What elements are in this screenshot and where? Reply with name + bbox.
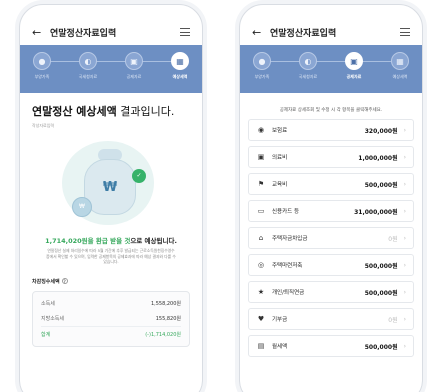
people-icon: ●: [33, 52, 51, 70]
deduction-item-medical[interactable]: ▣ 의료비 1,000,000원 ›: [248, 146, 414, 168]
house-icon: ⌂: [258, 234, 264, 242]
item-name: 월세액: [272, 344, 288, 350]
item-amount: 500,000원: [364, 262, 398, 270]
item-amount: 320,000원: [364, 127, 398, 135]
item-amount: 500,000원: [364, 343, 398, 351]
deduction-content: 공제자료 상세조회 및 수정 시 각 항목을 클릭해주세요. ◉ 보험료 320…: [240, 97, 422, 362]
deduction-item-housing-loan[interactable]: ⌂ 주택자금차입금 0원 ›: [248, 227, 414, 249]
chevron-right-icon: ›: [403, 315, 406, 323]
item-name: 보험료: [272, 128, 288, 134]
deduction-icon: ▣: [125, 52, 143, 70]
deduction-item-pension[interactable]: ★ 개인/퇴직연금 500,000원 ›: [248, 281, 414, 303]
step-estimated-tax[interactable]: ▦ 예상세액: [160, 52, 200, 80]
help-icon[interactable]: ?: [61, 277, 68, 284]
people-icon: ●: [253, 52, 271, 70]
app-bar: ← 연말정산자료입력: [240, 19, 422, 45]
step-label: 공제자료: [126, 74, 142, 79]
chevron-right-icon: ›: [403, 342, 406, 350]
step-label: 국세청자료: [78, 74, 98, 79]
item-amount: 0원: [388, 235, 398, 243]
rent-icon: ▤: [257, 342, 265, 350]
item-name: 의료비: [272, 155, 288, 161]
deduction-item-monthly-rent[interactable]: ▤ 월세액 500,000원 ›: [248, 335, 414, 357]
deduction-item-education[interactable]: ⚑ 교육비 500,000원 ›: [248, 173, 414, 195]
step-nts-data[interactable]: ◐ 국세청자료: [288, 52, 328, 80]
piggy-bank-icon: ◎: [257, 261, 265, 269]
page-title: 연말정산자료입력: [270, 28, 337, 39]
phone-screen-deductions: ← 연말정산자료입력 ● 부양가족 ◐ 국세청자료 ▣ 공제자료 ▦ 예상세액 …: [239, 4, 423, 392]
tax-row-income-tax: 소득세 1,558,200원: [41, 300, 181, 307]
page-title: 연말정산자료입력: [50, 28, 117, 39]
tax-row-local-tax: 지방소득세 155,820원: [41, 315, 181, 322]
graduation-icon: ⚑: [257, 180, 265, 188]
step-label: 부양가족: [254, 74, 270, 79]
chevron-right-icon: ›: [403, 234, 406, 242]
coin-icon: ₩: [72, 197, 92, 217]
item-name: 주택자금차입금: [272, 236, 308, 242]
document-icon: ◐: [299, 52, 317, 70]
hamburger-menu-icon[interactable]: [400, 28, 410, 36]
chevron-right-icon: ›: [403, 288, 406, 296]
step-estimated-tax[interactable]: ▦ 예상세액: [380, 52, 420, 80]
phone-screen-result: ← 연말정산자료입력 ● 부양가족 ◐ 국세청자료 ▣ 공제자료 ▦ 예상세액 …: [19, 4, 203, 392]
item-name: 주택마련저축: [272, 263, 303, 269]
app-bar: ← 연말정산자료입력: [20, 19, 202, 45]
tax-summary-box: 소득세 1,558,200원 지방소득세 155,820원 합계 (-)1,714,0…: [32, 290, 190, 347]
item-name: 기부금: [272, 317, 288, 323]
deduction-item-credit-card[interactable]: ▭ 신용카드 등 31,000,000원 ›: [248, 200, 414, 222]
step-label: 국세청자료: [298, 74, 318, 79]
refund-amount-text: 1,714,020원을 환급 받을 것으로 예상됩니다.: [45, 237, 177, 245]
deduction-hint: 공제자료 상세조회 및 수정 시 각 항목을 클릭해주세요.: [279, 108, 383, 113]
check-badge-icon: ✓: [132, 169, 146, 183]
step-label: 공제자료: [346, 74, 362, 79]
step-nts-data[interactable]: ◐ 국세청자료: [68, 52, 108, 80]
step-dependents[interactable]: ● 부양가족: [242, 52, 282, 80]
item-name: 개인/퇴직연금: [272, 290, 305, 296]
step-indicator: ● 부양가족 ◐ 국세청자료 ▣ 공제자료 ▦ 예상세액: [240, 45, 422, 93]
refund-notice: 연말정산 실제 처리일수에 따라 5월 기간에 추후 발급되는 근로소득원천징수…: [46, 248, 176, 264]
item-amount: 500,000원: [364, 289, 398, 297]
step-deductions[interactable]: ▣ 공제자료: [114, 52, 154, 80]
hamburger-menu-icon[interactable]: [180, 28, 190, 36]
item-amount: 0원: [388, 316, 398, 324]
result-content: 연말정산 예상세액 결과입니다. 작성자료입력 ₩ ₩ ✓ 1,714,020원…: [20, 97, 202, 347]
step-label: 부양가족: [34, 74, 50, 79]
calculator-icon: ▦: [171, 52, 189, 70]
section-label-withholding: 차감징수세액?: [32, 277, 68, 285]
chevron-right-icon: ›: [403, 261, 406, 269]
back-arrow-icon[interactable]: ←: [32, 26, 44, 39]
hospital-icon: ▣: [257, 153, 265, 161]
item-name: 교육비: [272, 182, 288, 188]
credit-card-icon: ▭: [257, 207, 265, 215]
deduction-item-insurance[interactable]: ◉ 보험료 320,000원 ›: [248, 119, 414, 141]
step-label: 예상세액: [392, 74, 408, 79]
chevron-right-icon: ›: [403, 207, 406, 215]
deduction-list: ◉ 보험료 320,000원 › ▣ 의료비 1,000,000원 › ⚑ 교육…: [248, 119, 414, 357]
chevron-right-icon: ›: [403, 126, 406, 134]
result-title: 연말정산 예상세액 결과입니다.: [32, 105, 175, 118]
document-icon: ◐: [79, 52, 97, 70]
tax-row-total: 합계 (-)1,714,020원: [41, 325, 181, 342]
chevron-right-icon: ›: [403, 180, 406, 188]
item-name: 신용카드 등: [272, 209, 300, 215]
money-bag-illustration: ₩ ₩ ✓: [32, 135, 192, 231]
step-dependents[interactable]: ● 부양가족: [22, 52, 62, 80]
item-amount: 31,000,000원: [354, 208, 398, 216]
deduction-item-donation[interactable]: ♥ 기부금 0원 ›: [248, 308, 414, 330]
deduction-item-housing-savings[interactable]: ◎ 주택마련저축 500,000원 ›: [248, 254, 414, 276]
deduction-icon: ▣: [345, 52, 363, 70]
pension-icon: ★: [257, 288, 265, 296]
item-amount: 500,000원: [364, 181, 398, 189]
result-subtitle: 작성자료입력: [32, 123, 55, 128]
chevron-right-icon: ›: [403, 153, 406, 161]
step-indicator: ● 부양가족 ◐ 국세청자료 ▣ 공제자료 ▦ 예상세액: [20, 45, 202, 93]
calculator-icon: ▦: [391, 52, 409, 70]
back-arrow-icon[interactable]: ←: [252, 26, 264, 39]
item-amount: 1,000,000원: [358, 154, 398, 162]
donation-icon: ♥: [257, 315, 265, 323]
shield-icon: ◉: [257, 126, 265, 134]
step-label: 예상세액: [172, 74, 188, 79]
step-deductions[interactable]: ▣ 공제자료: [334, 52, 374, 80]
